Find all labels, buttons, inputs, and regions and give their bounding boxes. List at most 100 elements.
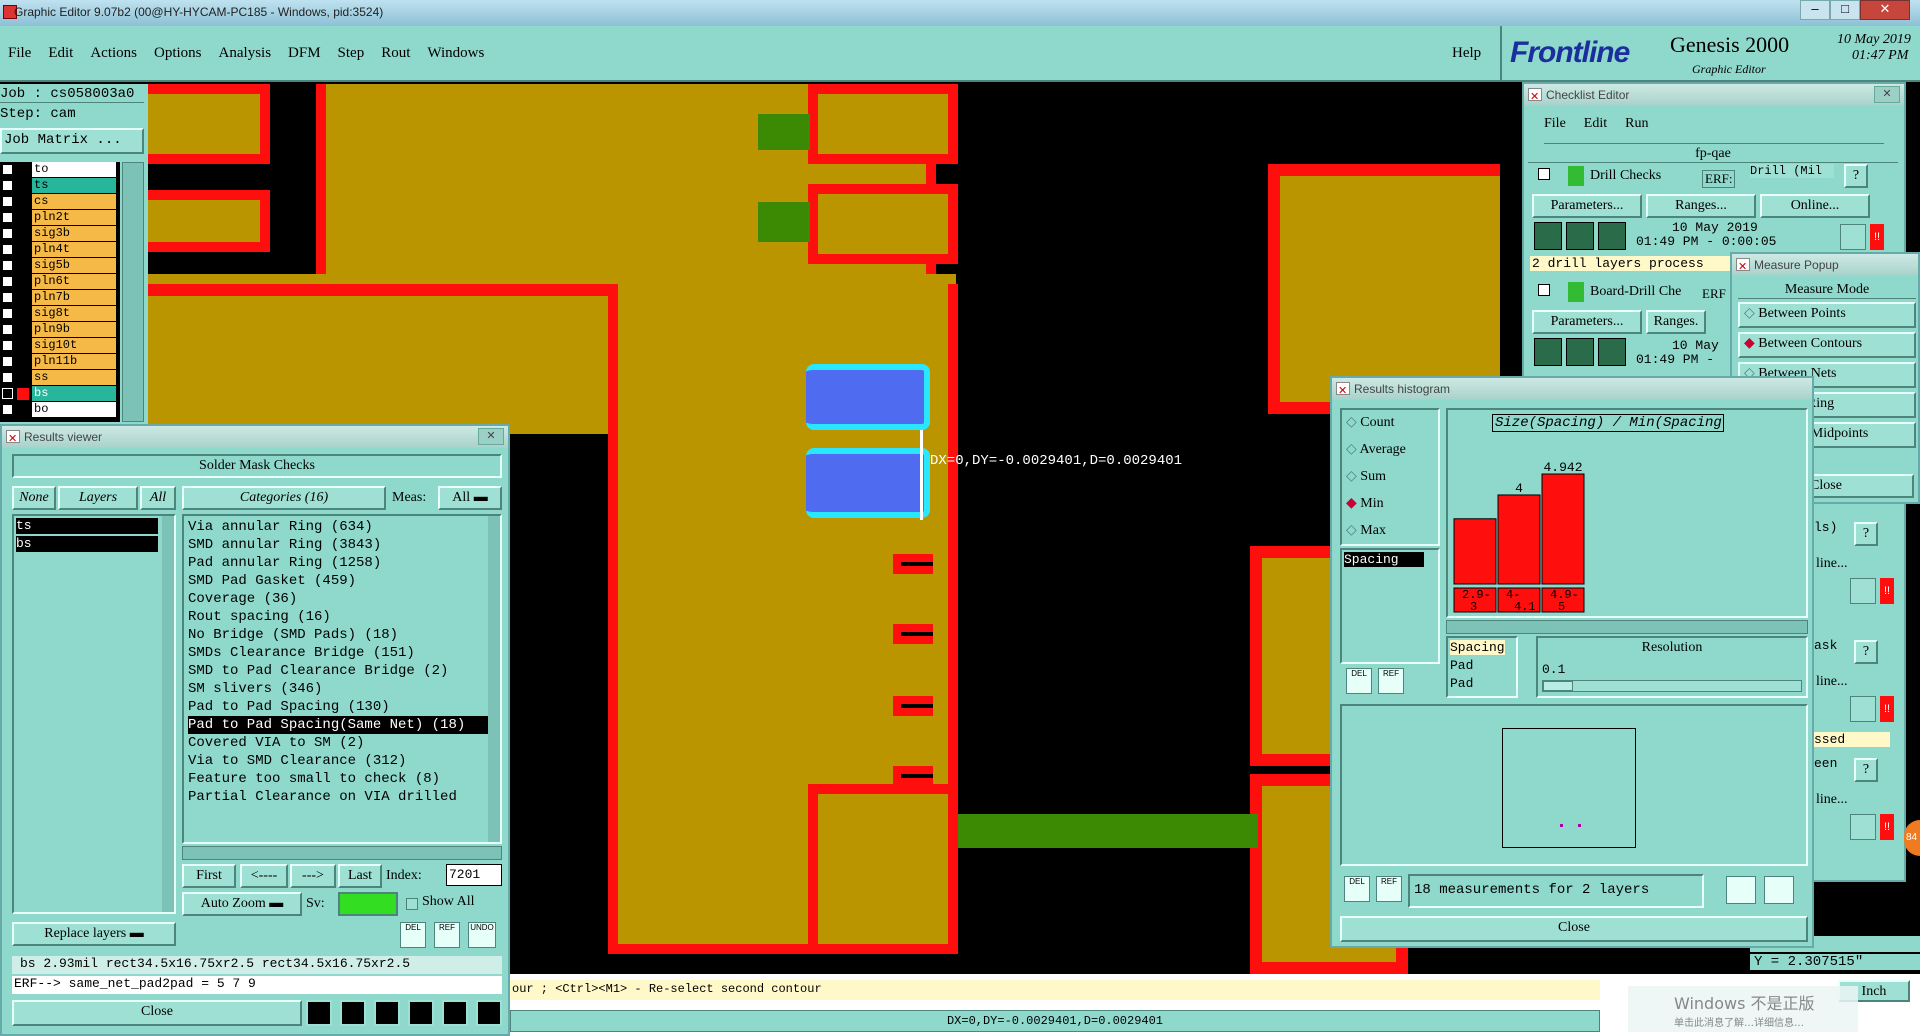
result-layer-bs[interactable]: bs [16,536,158,552]
menu-edit[interactable]: Edit [48,45,73,62]
stat-option-count[interactable]: ◇ Count [1346,414,1395,431]
layer-row-bo[interactable]: bo [0,402,118,418]
check1-online-button[interactable]: Online... [1760,194,1870,218]
layer-row-sig10t[interactable]: sig10t [0,338,118,354]
right-frag-3[interactable]: line... [1816,674,1848,690]
ref-icon[interactable]: REF [1378,668,1404,694]
layer-name[interactable]: bo [32,402,116,417]
ref-icon[interactable]: REF [1376,876,1402,902]
layer-checkbox[interactable] [2,228,13,239]
warning-icon[interactable]: !! [1880,578,1894,604]
layer-name[interactable]: pln6t [32,274,116,289]
menu-analysis[interactable]: Analysis [219,45,272,62]
categories-hscroll[interactable] [182,846,502,860]
category-item[interactable]: SM slivers (346) [188,680,500,698]
menu-dfm[interactable]: DFM [288,45,321,62]
layer-name[interactable]: pln2t [32,210,116,225]
layer-checkbox[interactable] [2,292,13,303]
job-matrix-button[interactable]: Job Matrix ... [0,128,144,154]
layer-name[interactable]: sig10t [32,338,116,353]
auto-zoom-select[interactable]: Auto Zoom ▬ [182,892,302,916]
sv-color-select[interactable] [338,892,398,916]
run-icon[interactable] [1566,338,1594,366]
category-item[interactable]: Via annular Ring (634) [188,518,500,536]
category-item[interactable]: Rout spacing (16) [188,608,500,626]
replace-layers-button[interactable]: Replace layers ▬ [12,922,176,946]
help-icon[interactable]: ? [1854,522,1878,546]
meas-select[interactable]: All ▬ [438,486,502,510]
layer-name[interactable]: pln11b [32,354,116,369]
menu-step[interactable]: Step [338,45,365,62]
check1-name[interactable]: Drill Checks [1590,168,1661,184]
all-button[interactable]: All [140,486,176,510]
layer-checkbox[interactable] [2,212,13,223]
layer-checkbox[interactable] [2,164,13,175]
category-item[interactable]: SMDs Clearance Bridge (151) [188,644,500,662]
maximize-button[interactable]: □ [1830,0,1860,20]
layer-name[interactable]: ss [32,370,116,385]
menu-rout[interactable]: Rout [381,45,410,62]
undo-icon[interactable]: UNDO [468,922,496,948]
check1-checkbox[interactable] [1538,168,1550,180]
layer-row-cs[interactable]: cs [0,194,118,210]
del-icon[interactable]: DEL [1346,668,1372,694]
layer-row-to[interactable]: to [0,162,118,178]
layer-row-ts[interactable]: ts [0,178,118,194]
warning-icon[interactable]: !! [1880,696,1894,722]
layer-row-bs[interactable]: bs [0,386,118,402]
layer-checkbox[interactable] [2,340,13,351]
index-input[interactable]: 7201 [446,864,502,886]
layer-name[interactable]: ts [32,178,116,193]
last-button[interactable]: Last [338,864,382,888]
layer-results-scrollbar[interactable] [162,516,174,912]
layer-row-pln7b[interactable]: pln7b [0,290,118,306]
layer-name[interactable]: sig3b [32,226,116,241]
del-icon[interactable]: DEL [1344,876,1370,902]
category-item[interactable]: No Bridge (SMD Pads) (18) [188,626,500,644]
layer-row-pln11b[interactable]: pln11b [0,354,118,370]
help-icon[interactable]: ? [1854,758,1878,782]
first-button[interactable]: First [182,864,236,888]
layer-checkbox[interactable] [2,372,13,383]
stat-option-average[interactable]: ◇ Average [1346,441,1406,458]
zoom-icon[interactable] [1850,696,1876,722]
show-all-checkbox[interactable] [406,898,418,910]
warning-icon[interactable]: !! [1880,814,1894,840]
layer-checkbox[interactable] [2,260,13,271]
layer-checkbox[interactable] [2,404,13,415]
tool-icon[interactable] [442,1000,468,1026]
category-item[interactable]: SMD to Pad Clearance Bridge (2) [188,662,500,680]
layer-checkbox[interactable] [2,244,13,255]
histogram-close-button[interactable]: Close [1340,916,1808,942]
layer-row-ss[interactable]: ss [0,370,118,386]
run-icon[interactable] [1598,338,1626,366]
layer-row-pln4t[interactable]: pln4t [0,242,118,258]
measure-option-between-points[interactable]: ◇ Between Points [1738,302,1916,328]
close-icon[interactable]: ✕ [478,428,504,445]
del-icon[interactable]: DEL [400,922,426,948]
menu-actions[interactable]: Actions [90,45,137,62]
histogram-icon[interactable] [476,1000,502,1026]
layer-name[interactable]: pln9b [32,322,116,337]
category-item[interactable]: Pad to Pad Spacing (130) [188,698,500,716]
layer-checkbox[interactable] [2,324,13,335]
minimize-button[interactable]: – [1800,0,1830,20]
categories-button[interactable]: Categories (16) [182,486,386,510]
close-icon[interactable]: ✕ [1874,86,1900,103]
menu-options[interactable]: Options [154,45,202,62]
menu-windows[interactable]: Windows [427,45,484,62]
stat-option-max[interactable]: ◇ Max [1346,522,1386,539]
layer-checkbox[interactable] [2,180,13,191]
right-frag-1[interactable]: line... [1816,556,1848,572]
histogram-bar[interactable] [1541,473,1585,585]
category-item[interactable]: Partial Clearance on VIA drilled [188,788,500,806]
layer-checkbox[interactable] [2,308,13,319]
chart-icon[interactable] [1726,876,1756,904]
menu-help[interactable]: Help [1452,45,1481,62]
next-button[interactable]: ---> [290,864,336,888]
warning-icon[interactable]: !! [1870,224,1884,250]
check2-name[interactable]: Board-Drill Che [1590,284,1681,300]
help-icon[interactable]: ? [1854,640,1878,664]
check1-parameters-button[interactable]: Parameters... [1532,194,1642,218]
resolution-slider[interactable] [1542,680,1802,692]
